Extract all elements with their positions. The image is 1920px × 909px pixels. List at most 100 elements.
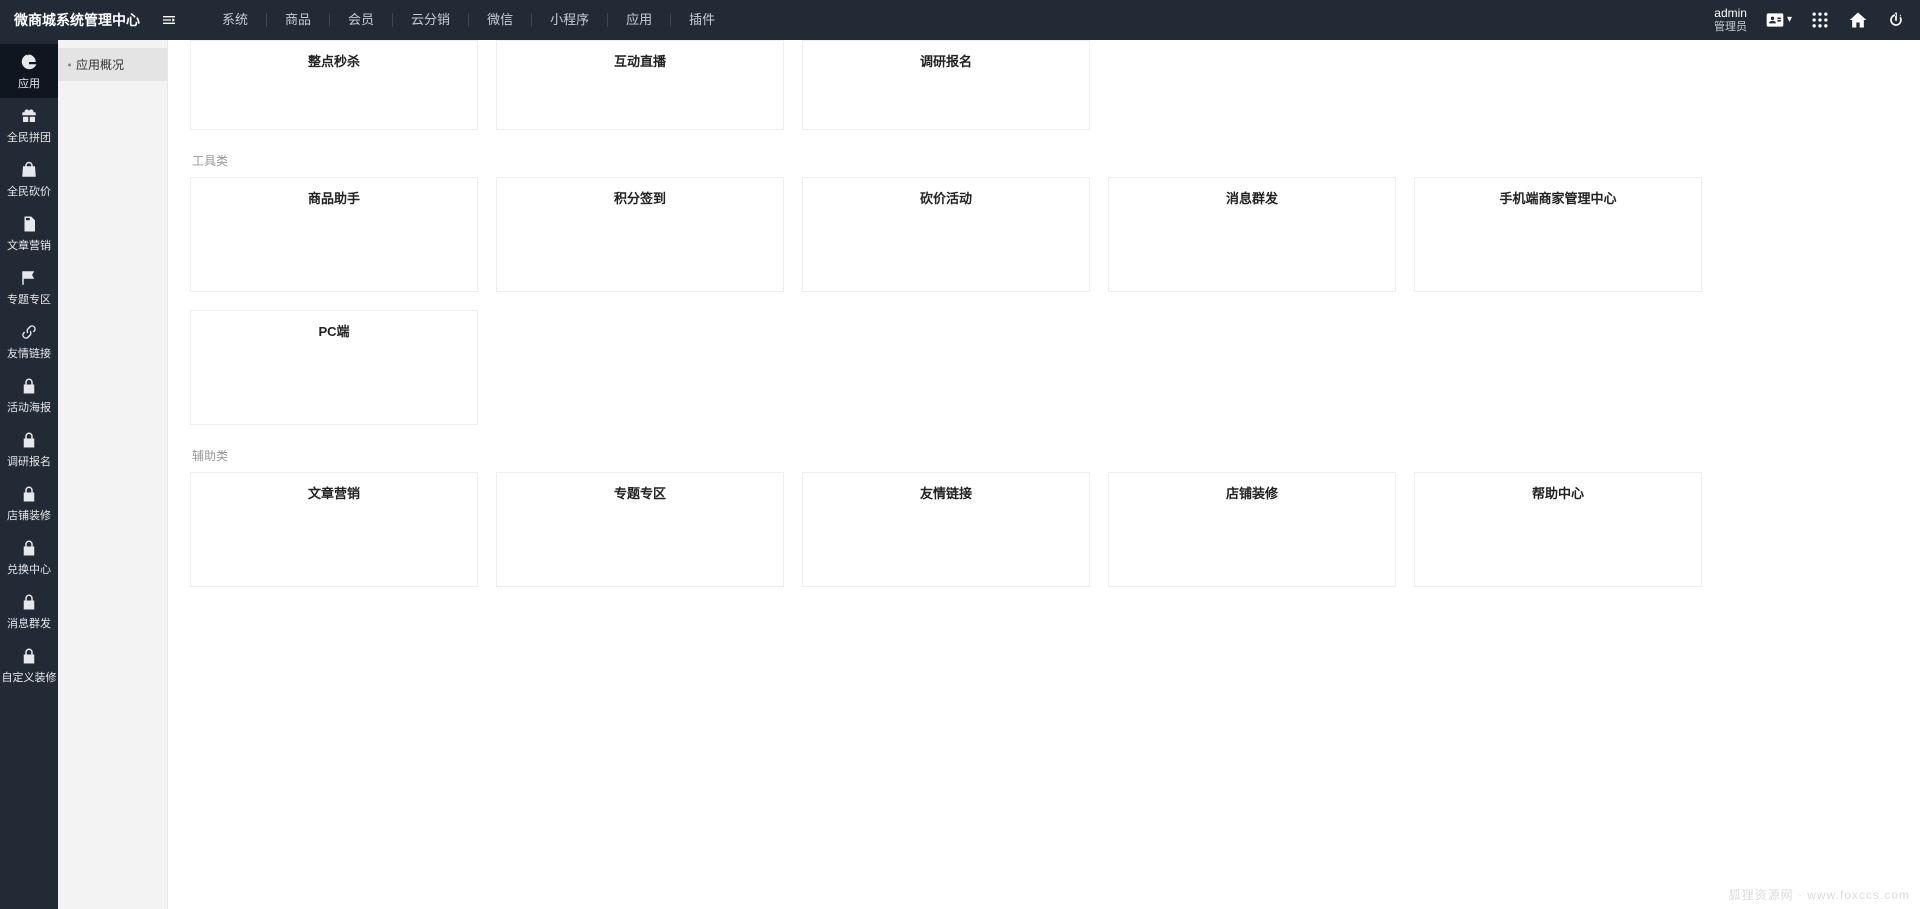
sidebar-item-label: 活动海报: [7, 399, 51, 415]
document-icon: [20, 215, 38, 233]
card-title: 积分签到: [507, 188, 773, 207]
submenu: 应用概况: [58, 40, 168, 909]
sidebar: 应用 全民拼团 全民砍价 文章营销 专题专区 友情链接 活动海报 调研报名 店铺…: [0, 40, 58, 909]
lock-icon: [20, 539, 38, 557]
sidebar-item-article[interactable]: 文章营销: [0, 206, 58, 260]
lock-icon: [20, 377, 38, 395]
lock-icon: [20, 647, 38, 665]
flag-icon: [20, 269, 38, 287]
sidebar-item-label: 消息群发: [7, 615, 51, 631]
sidebar-item-label: 文章营销: [7, 237, 51, 253]
card-title: 手机端商家管理中心: [1425, 188, 1691, 207]
sidebar-item-kanjia[interactable]: 全民砍价: [0, 152, 58, 206]
lock-icon: [20, 431, 38, 449]
card-title: 调研报名: [813, 51, 1079, 70]
section-title-tools: 工具类: [190, 152, 1898, 169]
card-title: 友情链接: [813, 483, 1079, 502]
nav-app[interactable]: 应用: [608, 0, 670, 40]
card-title: 专题专区: [507, 483, 773, 502]
user-role: 管理员: [1714, 21, 1747, 34]
topbar-right: admin 管理员 ▾: [1714, 6, 1920, 34]
sidebar-toggle-button[interactable]: [154, 0, 184, 40]
sidebar-item-label: 专题专区: [7, 291, 51, 307]
id-card-dropdown[interactable]: ▾: [1765, 10, 1792, 30]
sidebar-item-label: 店铺装修: [7, 507, 51, 523]
sidebar-item-label: 兑换中心: [7, 561, 51, 577]
gift-icon: [20, 107, 38, 125]
card-title: 店铺装修: [1119, 483, 1385, 502]
app-card[interactable]: 消息群发: [1108, 177, 1396, 292]
nav-goods[interactable]: 商品: [267, 0, 329, 40]
sidebar-item-label: 全民拼团: [7, 129, 51, 145]
sidebar-item-label: 全民砍价: [7, 183, 51, 199]
home-icon: [1848, 10, 1868, 30]
apps-icon: [1810, 10, 1830, 30]
app-card[interactable]: PC端: [190, 310, 478, 425]
nav-plugin[interactable]: 插件: [671, 0, 733, 40]
sidebar-item-links[interactable]: 友情链接: [0, 314, 58, 368]
sidebar-item-poster[interactable]: 活动海报: [0, 368, 58, 422]
top-nav: 系统 商品 会员 云分销 微信 小程序 应用 插件: [204, 0, 733, 40]
sidebar-item-decorate[interactable]: 店铺装修: [0, 476, 58, 530]
card-row-tools: 商品助手 积分签到 砍价活动 消息群发 手机端商家管理中心 PC端: [190, 177, 1898, 425]
nav-wechat[interactable]: 微信: [469, 0, 531, 40]
power-icon: [1886, 10, 1906, 30]
id-card-icon: [1765, 10, 1785, 30]
nav-distribution[interactable]: 云分销: [393, 0, 468, 40]
topbar: 微商城系统管理中心 系统 商品 会员 云分销 微信 小程序 应用 插件 admi…: [0, 0, 1920, 40]
sidebar-item-survey[interactable]: 调研报名: [0, 422, 58, 476]
sidebar-item-broadcast[interactable]: 消息群发: [0, 584, 58, 638]
pie-chart-icon: [20, 53, 38, 71]
sidebar-item-label: 友情链接: [7, 345, 51, 361]
sidebar-item-label: 应用: [18, 75, 40, 91]
card-row-top: 整点秒杀 互动直播 调研报名: [190, 40, 1898, 130]
app-card[interactable]: 文章营销: [190, 472, 478, 587]
nav-system[interactable]: 系统: [204, 0, 266, 40]
sidebar-item-custom-decorate[interactable]: 自定义装修: [0, 638, 58, 692]
app-card[interactable]: 手机端商家管理中心: [1414, 177, 1702, 292]
app-card[interactable]: 整点秒杀: [190, 40, 478, 130]
menu-indent-icon: [161, 12, 177, 28]
app-card[interactable]: 专题专区: [496, 472, 784, 587]
bag-icon: [20, 161, 38, 179]
card-title: 整点秒杀: [201, 51, 467, 70]
home-button[interactable]: [1848, 10, 1868, 30]
power-button[interactable]: [1886, 10, 1906, 30]
app-card[interactable]: 帮助中心: [1414, 472, 1702, 587]
app-title: 微商城系统管理中心: [0, 10, 154, 30]
sidebar-item-label: 自定义装修: [2, 669, 57, 685]
app-card[interactable]: 调研报名: [802, 40, 1090, 130]
section-title-aux: 辅助类: [190, 447, 1898, 464]
link-icon: [20, 323, 38, 341]
sidebar-item-app[interactable]: 应用: [0, 44, 58, 98]
lock-icon: [20, 485, 38, 503]
sidebar-item-label: 调研报名: [7, 453, 51, 469]
app-card[interactable]: 积分签到: [496, 177, 784, 292]
apps-button[interactable]: [1810, 10, 1830, 30]
watermark: 狐狸资源网 · www.foxccs.com: [1729, 886, 1910, 903]
sidebar-item-exchange[interactable]: 兑换中心: [0, 530, 58, 584]
card-title: 帮助中心: [1425, 483, 1691, 502]
user-name: admin: [1714, 6, 1747, 20]
card-title: 消息群发: [1119, 188, 1385, 207]
card-title: 砍价活动: [813, 188, 1079, 207]
card-title: PC端: [201, 321, 467, 340]
card-row-aux: 文章营销 专题专区 友情链接 店铺装修 帮助中心: [190, 472, 1898, 587]
caret-down-icon: ▾: [1787, 14, 1792, 25]
lock-icon: [20, 593, 38, 611]
nav-member[interactable]: 会员: [330, 0, 392, 40]
app-card[interactable]: 砍价活动: [802, 177, 1090, 292]
user-info[interactable]: admin 管理员: [1714, 6, 1747, 34]
app-card[interactable]: 友情链接: [802, 472, 1090, 587]
card-title: 文章营销: [201, 483, 467, 502]
card-title: 互动直播: [507, 51, 773, 70]
app-card[interactable]: 商品助手: [190, 177, 478, 292]
app-card[interactable]: 互动直播: [496, 40, 784, 130]
main-content[interactable]: 整点秒杀 互动直播 调研报名 工具类 商品助手 积分签到 砍价活动 消息群发 手…: [168, 40, 1920, 909]
app-card[interactable]: 店铺装修: [1108, 472, 1396, 587]
nav-miniprogram[interactable]: 小程序: [532, 0, 607, 40]
submenu-item-overview[interactable]: 应用概况: [58, 48, 167, 81]
sidebar-item-pintuan[interactable]: 全民拼团: [0, 98, 58, 152]
sidebar-item-topic[interactable]: 专题专区: [0, 260, 58, 314]
card-title: 商品助手: [201, 188, 467, 207]
